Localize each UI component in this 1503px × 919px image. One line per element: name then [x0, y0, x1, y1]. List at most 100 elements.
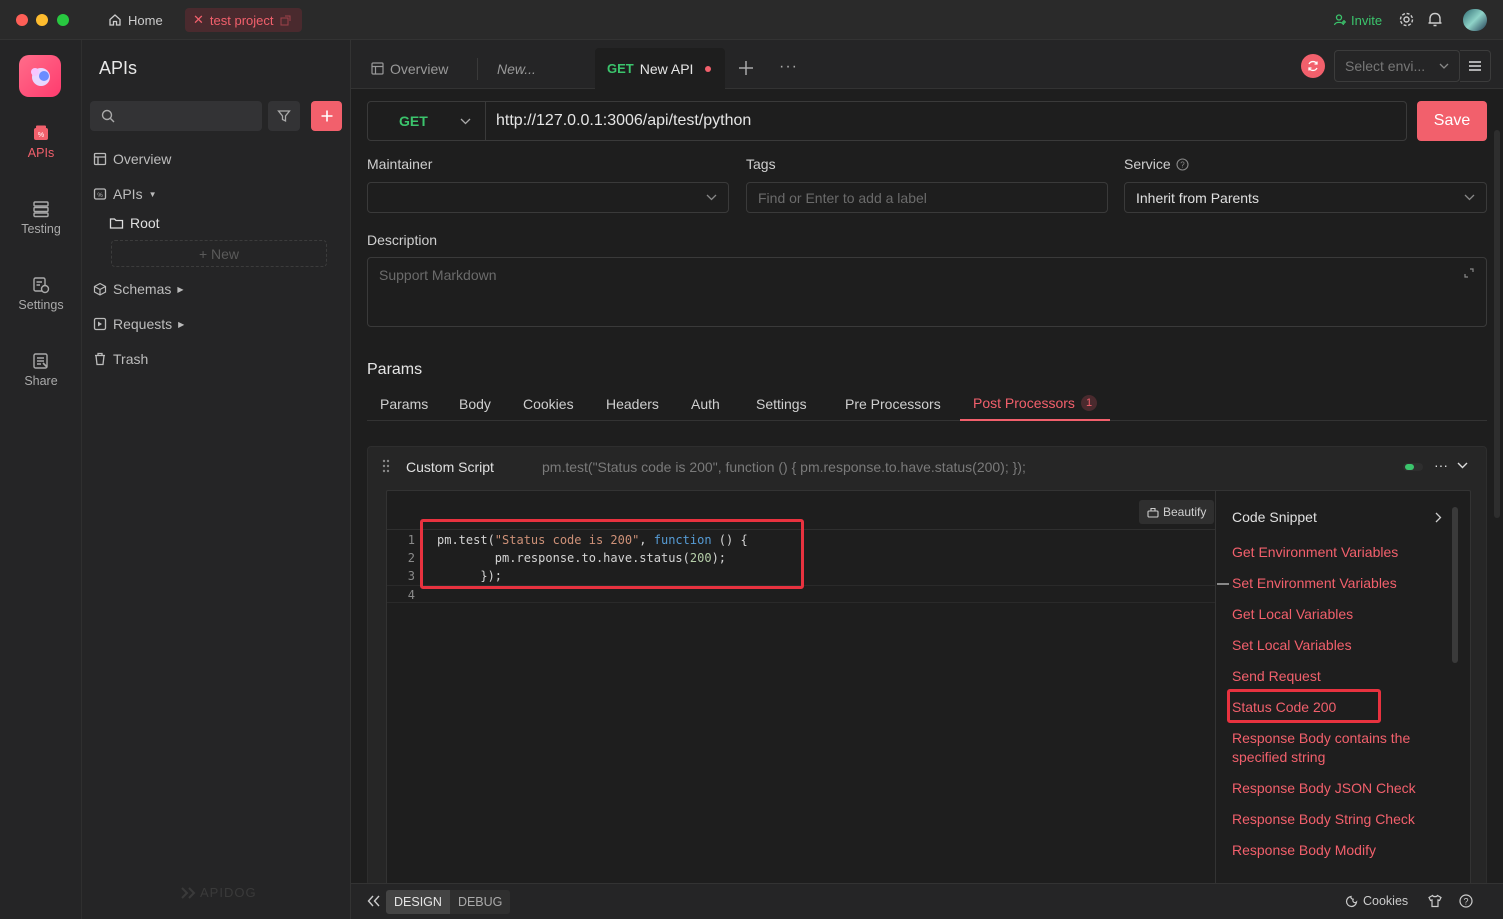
maintainer-select[interactable]: [367, 182, 729, 213]
cube-icon: [93, 282, 107, 296]
add-tab-icon[interactable]: [738, 60, 754, 76]
tab-overview[interactable]: Overview: [359, 48, 477, 89]
snippet-send-request[interactable]: Send Request: [1232, 667, 1432, 686]
tab-auth[interactable]: Auth: [691, 386, 720, 421]
script-enabled-toggle[interactable]: [1403, 463, 1423, 471]
tab-post-processors[interactable]: Post Processors 1: [960, 386, 1111, 421]
save-button[interactable]: Save: [1417, 101, 1487, 141]
tree-label-overview: Overview: [113, 151, 172, 167]
tab-body[interactable]: Body: [459, 386, 491, 421]
more-tabs-icon[interactable]: ···: [779, 58, 798, 76]
tab-settings[interactable]: Settings: [756, 386, 807, 421]
snippet-get-environment-variables[interactable]: Get Environment Variables: [1232, 543, 1432, 562]
tab-new[interactable]: New...: [485, 48, 585, 89]
rail-item-testing[interactable]: Testing: [0, 200, 82, 236]
tree-item-trash[interactable]: Trash: [93, 349, 148, 369]
close-window-button[interactable]: [16, 14, 28, 26]
design-mode-button[interactable]: DESIGN: [386, 890, 450, 914]
bell-icon[interactable]: [1427, 11, 1443, 28]
shirt-icon[interactable]: [1428, 894, 1442, 908]
gear-icon[interactable]: [1398, 11, 1415, 28]
custom-script-panel: Custom Script pm.test("Status code is 20…: [367, 446, 1488, 887]
environment-select[interactable]: Select envi...: [1334, 50, 1460, 82]
chevron-down-icon: [460, 118, 471, 125]
snippet-response-body-json-check[interactable]: Response Body JSON Check: [1232, 779, 1432, 798]
drag-handle-icon[interactable]: [382, 459, 390, 473]
hamburger-icon: [1469, 61, 1481, 71]
more-options-icon[interactable]: ···: [1434, 457, 1448, 473]
brand-name: APIDOG: [200, 885, 257, 900]
url-input[interactable]: [486, 102, 1406, 140]
sidebar-search-input[interactable]: [90, 101, 262, 131]
tab-cookies[interactable]: Cookies: [523, 386, 574, 421]
minimize-window-button[interactable]: [36, 14, 48, 26]
tab-new-api[interactable]: GET New API: [595, 48, 725, 89]
service-label: Service: [1124, 156, 1171, 172]
post-processors-count-badge: 1: [1080, 394, 1098, 411]
expand-icon[interactable]: [1464, 268, 1474, 278]
url-bar: GET: [367, 101, 1407, 141]
invite-button[interactable]: Invite: [1333, 10, 1382, 30]
main-scrollbar[interactable]: [1494, 130, 1500, 518]
rail-item-settings[interactable]: Settings: [0, 276, 82, 312]
snippet-get-local-variables[interactable]: Get Local Variables: [1232, 605, 1432, 624]
cookies-button[interactable]: Cookies: [1345, 894, 1408, 908]
service-select[interactable]: Inherit from Parents: [1124, 182, 1487, 213]
home-tab[interactable]: Home: [100, 8, 171, 32]
code-editor[interactable]: Beautify 1 pm.test("Status code is 200",…: [386, 490, 1471, 887]
sidebar-title: APIs: [99, 58, 138, 78]
overview-icon: [93, 152, 107, 166]
external-link-icon[interactable]: [280, 15, 291, 26]
tab-pre-processors[interactable]: Pre Processors: [845, 386, 941, 421]
filter-icon: [277, 109, 291, 123]
collapse-sidebar-icon[interactable]: [367, 895, 381, 907]
help-icon[interactable]: ?: [1459, 894, 1473, 908]
unsaved-dot-icon: [705, 66, 711, 72]
tab-method: GET: [607, 61, 634, 76]
avatar[interactable]: [1463, 9, 1487, 31]
code-snippet-header[interactable]: Code Snippet: [1232, 509, 1442, 525]
requests-icon: [93, 317, 107, 331]
description-textarea[interactable]: Support Markdown: [367, 257, 1487, 327]
caret-down-icon: ▼: [148, 189, 157, 199]
script-header[interactable]: Custom Script pm.test("Status code is 20…: [368, 447, 1488, 487]
tree-item-apis[interactable]: % APIs ▼: [93, 184, 157, 204]
snippet-set-environment-variables[interactable]: Set Environment Variables: [1232, 574, 1432, 593]
rail-item-apis[interactable]: % APIs: [0, 124, 82, 160]
sync-icon[interactable]: [1301, 54, 1325, 78]
add-button[interactable]: [311, 101, 342, 131]
tree-item-schemas[interactable]: Schemas ▶: [93, 279, 184, 299]
script-preview: pm.test("Status code is 200", function (…: [542, 459, 1026, 475]
line-number: 4: [407, 588, 415, 602]
svg-text:?: ?: [1463, 897, 1468, 907]
line-number: 2: [407, 551, 415, 565]
cookie-icon: [1345, 895, 1358, 908]
snippet-set-local-variables[interactable]: Set Local Variables: [1232, 636, 1432, 655]
snippet-response-body-string-check[interactable]: Response Body String Check: [1232, 810, 1432, 829]
tab-params[interactable]: Params: [380, 386, 428, 421]
tree-item-overview[interactable]: Overview: [93, 149, 171, 169]
close-tab-icon[interactable]: ✕: [193, 12, 204, 28]
tags-label: Tags: [746, 156, 776, 172]
menu-button[interactable]: [1460, 50, 1491, 82]
tree-item-root[interactable]: Root: [109, 213, 160, 233]
new-item-button[interactable]: + New: [111, 240, 327, 267]
tab-headers[interactable]: Headers: [606, 386, 659, 421]
chevron-down-icon: [706, 194, 717, 201]
snippet-scrollbar[interactable]: [1452, 507, 1458, 663]
chevron-down-icon[interactable]: [1457, 462, 1468, 469]
filter-button[interactable]: [268, 101, 300, 131]
beautify-button[interactable]: Beautify: [1139, 500, 1215, 524]
debug-mode-button[interactable]: DEBUG: [449, 890, 511, 914]
maintainer-label: Maintainer: [367, 156, 433, 172]
snippet-response-body-contains[interactable]: Response Body contains the specified str…: [1232, 729, 1432, 767]
maximize-window-button[interactable]: [57, 14, 69, 26]
tree-item-requests[interactable]: Requests ▶: [93, 314, 184, 334]
method-select[interactable]: GET: [368, 102, 486, 140]
project-tab[interactable]: ✕ test project: [185, 8, 302, 32]
snippet-response-body-modify[interactable]: Response Body Modify: [1232, 841, 1432, 860]
tags-input[interactable]: Find or Enter to add a label: [746, 182, 1108, 213]
rail-item-share[interactable]: Share: [0, 352, 82, 388]
settings-icon: [32, 276, 50, 294]
help-icon[interactable]: ?: [1176, 157, 1189, 171]
